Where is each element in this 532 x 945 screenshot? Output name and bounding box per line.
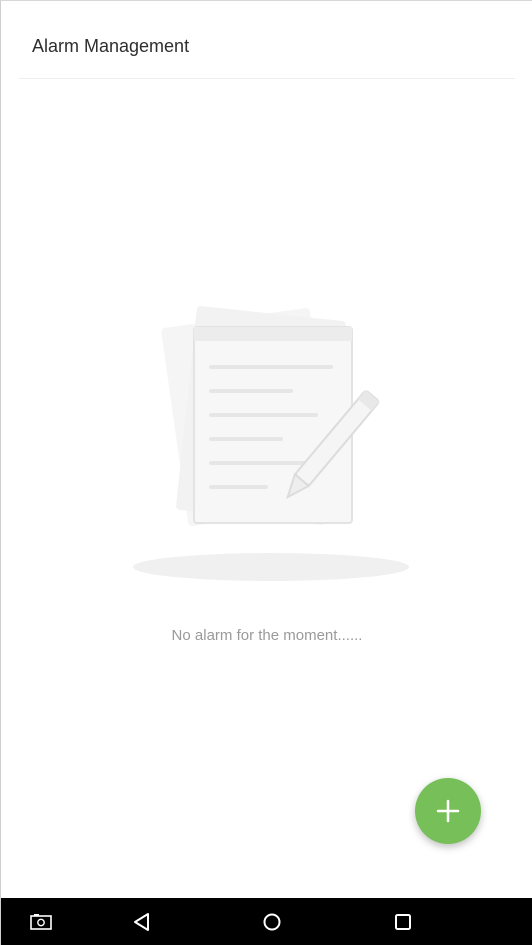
header-divider xyxy=(19,78,515,79)
page-title: Alarm Management xyxy=(32,36,190,56)
system-nav-bar xyxy=(1,898,532,945)
alarm-management-screen: Alarm Management No alarm for the moment… xyxy=(0,0,532,945)
notepad-pencil-icon xyxy=(126,291,416,591)
plus-icon xyxy=(436,799,460,823)
back-button[interactable] xyxy=(118,898,166,945)
recents-button[interactable] xyxy=(379,898,427,945)
back-triangle-icon xyxy=(134,913,149,931)
home-circle-icon xyxy=(263,913,281,931)
screenshot-button[interactable] xyxy=(17,898,65,945)
recents-square-icon xyxy=(395,914,411,930)
home-button[interactable] xyxy=(248,898,296,945)
app-header: Alarm Management xyxy=(1,1,532,79)
empty-state-message: No alarm for the moment...... xyxy=(171,627,363,644)
add-alarm-button[interactable] xyxy=(415,778,481,844)
screenshot-icon xyxy=(30,914,52,930)
